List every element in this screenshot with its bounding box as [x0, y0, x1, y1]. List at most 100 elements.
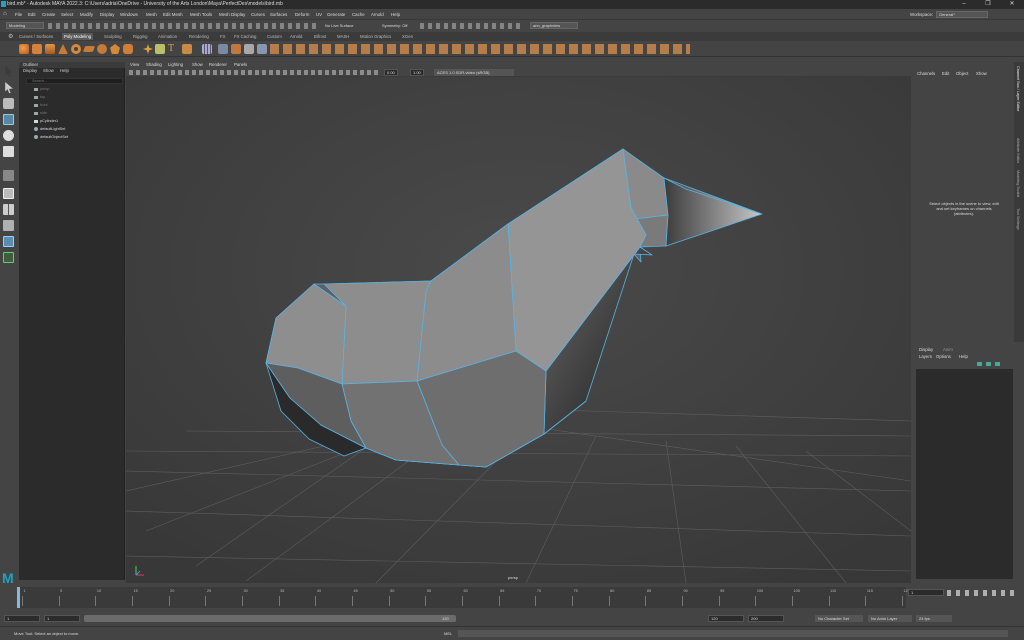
outliner-item-top[interactable]: top [34, 95, 45, 99]
outliner-item-front[interactable]: front [34, 103, 48, 107]
layer-menu-layers[interactable]: Layers [919, 354, 932, 359]
home-icon[interactable]: ⌂ [3, 11, 7, 17]
colorspace-dropdown[interactable]: ACES 1.0 SDR-video (sRGB) [434, 69, 514, 76]
separate-icon[interactable] [202, 44, 212, 54]
outliner-search-input[interactable]: Search... [26, 78, 123, 84]
max-frame-field[interactable]: 200 [748, 615, 784, 622]
menu-set-dropdown[interactable]: Modeling [6, 22, 44, 29]
poly-cube-icon[interactable] [32, 44, 42, 54]
menu-curves[interactable]: Curves [251, 12, 265, 17]
fps-dropdown[interactable]: 24 fps [916, 615, 952, 622]
camera-field[interactable]: ann_graphview [530, 22, 578, 29]
viewport-menu-panels[interactable]: Panels [234, 62, 247, 67]
shelf-tab-custom[interactable]: Custom [267, 34, 282, 39]
start-frame-field[interactable]: 1 [4, 615, 40, 622]
viewport-menu-renderer[interactable]: Renderer [209, 62, 227, 67]
range-start-field[interactable]: 1 [44, 615, 80, 622]
channel-menu-show[interactable]: Show [976, 71, 987, 76]
poly-cone-icon[interactable] [58, 44, 68, 54]
maximize-button[interactable]: ❐ [976, 0, 1000, 9]
smooth-icon[interactable] [218, 44, 228, 54]
menu-create[interactable]: Create [42, 12, 55, 17]
outliner-menu-display[interactable]: Display [23, 68, 37, 73]
perspective-viewport[interactable]: persp [126, 61, 911, 583]
menu-cache[interactable]: Cache [352, 12, 365, 17]
shelf-tab-fx-caching[interactable]: FX Caching [234, 34, 256, 39]
shelf-tab-arnold[interactable]: Arnold [290, 34, 302, 39]
paint-select-icon[interactable] [3, 98, 14, 109]
menu-deform[interactable]: Deform [295, 12, 309, 17]
mirror-icon[interactable] [231, 44, 241, 54]
four-view-layout-icon[interactable] [3, 204, 14, 215]
close-button[interactable]: ✕ [1000, 0, 1024, 9]
menu-windows[interactable]: Windows [120, 12, 138, 17]
extract-icon[interactable] [244, 44, 254, 54]
poly-disc-icon[interactable] [97, 44, 107, 54]
shelf-options-gear-icon[interactable]: ⚙ [8, 33, 13, 40]
combine-icon[interactable] [155, 44, 165, 54]
shelf-tab-mash[interactable]: MASH [337, 34, 349, 39]
current-time-marker[interactable] [17, 587, 20, 608]
shelf-tab-sculpting[interactable]: Sculpting [104, 34, 122, 39]
minimize-button[interactable]: – [952, 0, 976, 9]
svg-tool-icon[interactable] [182, 44, 192, 54]
poly-plane-icon[interactable] [82, 46, 96, 52]
menu-uv[interactable]: UV [316, 12, 322, 17]
shelf-tab-animation[interactable]: Animation [158, 34, 177, 39]
current-frame-field[interactable]: 1 [908, 589, 944, 596]
anim-layer-dropdown[interactable]: No Anim Layer [868, 615, 912, 622]
show-manipulator-icon[interactable] [3, 170, 14, 181]
range-slider-bar[interactable] [84, 615, 456, 622]
playback-controls[interactable] [947, 590, 1017, 596]
outliner-item-pcylinder1[interactable]: pCylinder1 [34, 119, 58, 123]
no-live-surface-label[interactable]: No Live Surface [325, 23, 353, 28]
outliner-menu-show[interactable]: Show [43, 68, 54, 73]
shelf-tab-curves-surfaces[interactable]: Curves / Surfaces [19, 34, 53, 39]
menu-help[interactable]: Help [391, 12, 400, 17]
channel-menu-object[interactable]: Object [956, 71, 968, 76]
super-shape-icon[interactable] [123, 44, 133, 54]
layer-menu-options[interactable]: Options [936, 354, 951, 359]
channel-menu-edit[interactable]: Edit [942, 71, 949, 76]
outliner-item-default-light-set[interactable]: defaultLightSet [34, 127, 65, 131]
symmetry-label[interactable]: Symmetry: Off [382, 23, 407, 28]
menu-edit-mesh[interactable]: Edit Mesh [163, 12, 183, 17]
shelf-tab-fx[interactable]: FX [220, 34, 226, 39]
side-tab-attribute-editor[interactable]: Attribute Editor [1016, 138, 1020, 163]
shelf-tab-motion-graphics[interactable]: Motion Graphics [360, 34, 391, 39]
outliner-item-default-object-set[interactable]: defaultObjectSet [34, 135, 68, 139]
time-slider-track[interactable]: 1 5 10 15 20 25 30 35 40 45 50 55 60 65 70 75 80 85 90 95 10… [17, 587, 910, 608]
side-tab-tool-settings[interactable]: Tool Settings [1016, 208, 1020, 230]
mel-command-input[interactable] [458, 630, 1008, 637]
poly-sphere-icon[interactable] [19, 44, 29, 54]
type-tool-icon[interactable]: T [168, 43, 174, 54]
sweep-mesh-icon[interactable] [143, 44, 153, 54]
poly-cylinder-icon[interactable] [45, 44, 55, 54]
shelf-tab-rendering[interactable]: Rendering [189, 34, 209, 39]
viewport-menu-shading[interactable]: Shading [146, 62, 162, 67]
scale-tool-icon[interactable] [3, 146, 14, 157]
menu-edit[interactable]: Edit [28, 12, 36, 17]
menu-file[interactable]: File [15, 12, 22, 17]
menu-arnold[interactable]: Arnold [371, 12, 384, 17]
workspace-dropdown[interactable]: General* [936, 11, 988, 18]
layer-settings-icon[interactable] [995, 362, 1000, 366]
viewport-menu-show[interactable]: Show [192, 62, 203, 67]
poly-torus-icon[interactable] [71, 44, 81, 54]
shelf-tab-xgen[interactable]: XGen [402, 34, 413, 39]
magnifier-icon[interactable] [3, 252, 14, 263]
side-tab-channel-box[interactable]: Channel Box / Layer Editor [1016, 66, 1020, 111]
layer-menu-help[interactable]: Help [959, 354, 968, 359]
rotate-tool-icon[interactable] [3, 130, 14, 141]
new-layer-selected-icon[interactable] [986, 362, 991, 366]
menu-select[interactable]: Select [61, 12, 73, 17]
menu-modify[interactable]: Modify [80, 12, 93, 17]
outliner-item-persp[interactable]: persp [34, 87, 50, 91]
menu-generate[interactable]: Generate [327, 12, 345, 17]
side-tab-modeling-toolkit[interactable]: Modeling Toolkit [1016, 170, 1020, 197]
menu-mesh[interactable]: Mesh [146, 12, 157, 17]
move-tool-icon[interactable] [3, 114, 14, 125]
menu-surfaces[interactable]: Surfaces [270, 12, 287, 17]
viewport-menu-lighting[interactable]: Lighting [168, 62, 183, 67]
persp-outliner-layout-icon[interactable] [3, 220, 14, 231]
